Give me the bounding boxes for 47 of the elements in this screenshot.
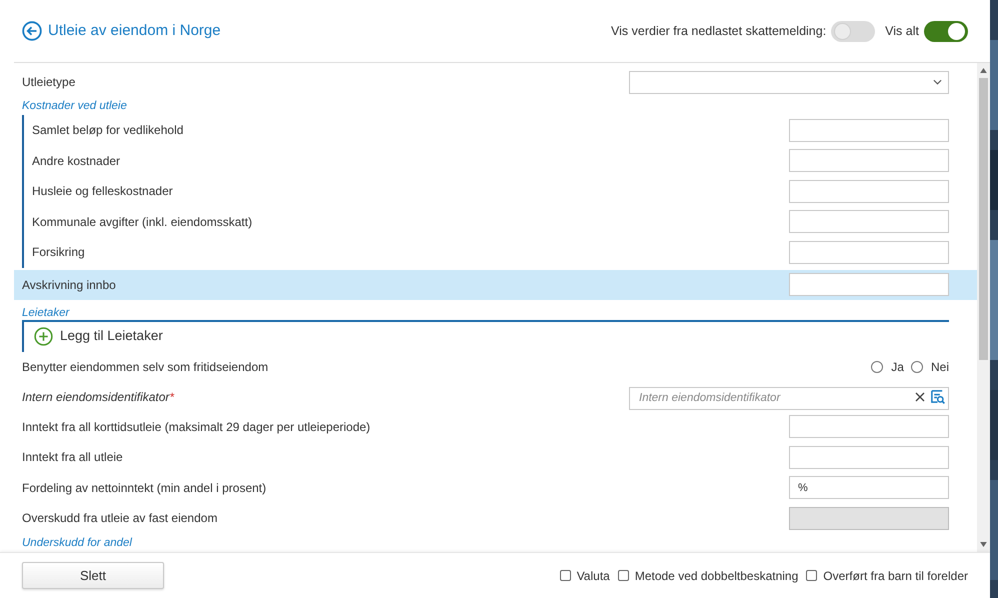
input-field[interactable]: %: [789, 476, 949, 500]
field-label: Benytter eiendommen selv som fritidseiendom: [22, 358, 268, 376]
select-field[interactable]: [629, 70, 949, 94]
search-field[interactable]: Intern eiendomsidentifikator: [629, 386, 949, 410]
input-field[interactable]: [789, 180, 949, 203]
field-label: Kommunale avgifter (inkl. eiendomsskatt): [32, 214, 252, 231]
input-field[interactable]: [789, 446, 949, 469]
input-field[interactable]: [789, 240, 949, 264]
search-list-icon[interactable]: [930, 389, 945, 404]
scrollbar[interactable]: [977, 63, 990, 552]
input-field[interactable]: [789, 210, 949, 234]
field-label: Avskrivning innbo: [22, 276, 116, 294]
field-label: Intern eiendomsidentifikator*: [22, 388, 174, 406]
delete-button[interactable]: Slett: [22, 562, 164, 589]
field-label: Husleie og felleskostnader: [32, 183, 173, 200]
radio-option[interactable]: Nei: [910, 358, 949, 376]
field-label: Utleietype: [22, 74, 76, 91]
toggle-switch[interactable]: [831, 20, 876, 42]
checkbox-option[interactable]: Valuta: [560, 566, 610, 584]
field-label: Samlet beløp for vedlikehold: [32, 122, 184, 140]
field-label: Inntekt fra all korttidsutleie (maksimalt 29 dager per utleieperiode): [22, 418, 370, 436]
toggle-label: Vis verdier fra nedlastet skattemelding:: [611, 22, 826, 40]
section-heading: Kostnader ved utleie: [22, 99, 128, 114]
toggle-label: Vis alt: [885, 22, 919, 40]
field-label: Forsikring: [32, 244, 85, 262]
field-label: Inntekt fra all utleie: [22, 449, 123, 466]
checkbox-option[interactable]: Overført fra barn til forelder: [806, 566, 968, 584]
checkbox-option[interactable]: Metode ved dobbeltbeskatning: [618, 566, 798, 584]
radio-option[interactable]: Ja: [871, 358, 904, 376]
chevron-down-icon: [933, 79, 942, 85]
input-field[interactable]: [789, 149, 949, 172]
plus-circle-icon: [34, 327, 53, 346]
field-label: Fordeling av nettoinntekt (min andel i prosent): [22, 480, 266, 497]
add-button[interactable]: Legg til Leietaker: [34, 326, 163, 347]
input-field[interactable]: [789, 273, 949, 296]
scroll-down-icon[interactable]: [980, 542, 987, 547]
page-title: Utleie av eiendom i Norge: [48, 20, 221, 41]
input-field[interactable]: [789, 118, 949, 142]
section-heading: Underskudd for andel: [22, 536, 134, 550]
back-button[interactable]: [22, 21, 42, 41]
input-field[interactable]: [789, 415, 949, 438]
section-heading: Leietaker: [22, 302, 949, 322]
close-icon[interactable]: [915, 392, 925, 402]
field-label: Overskudd fra utleie av fast eiendom: [22, 510, 218, 528]
toggle-switch[interactable]: [924, 20, 968, 42]
scroll-up-icon[interactable]: [980, 68, 987, 73]
field-label: Andre kostnader: [32, 152, 120, 170]
